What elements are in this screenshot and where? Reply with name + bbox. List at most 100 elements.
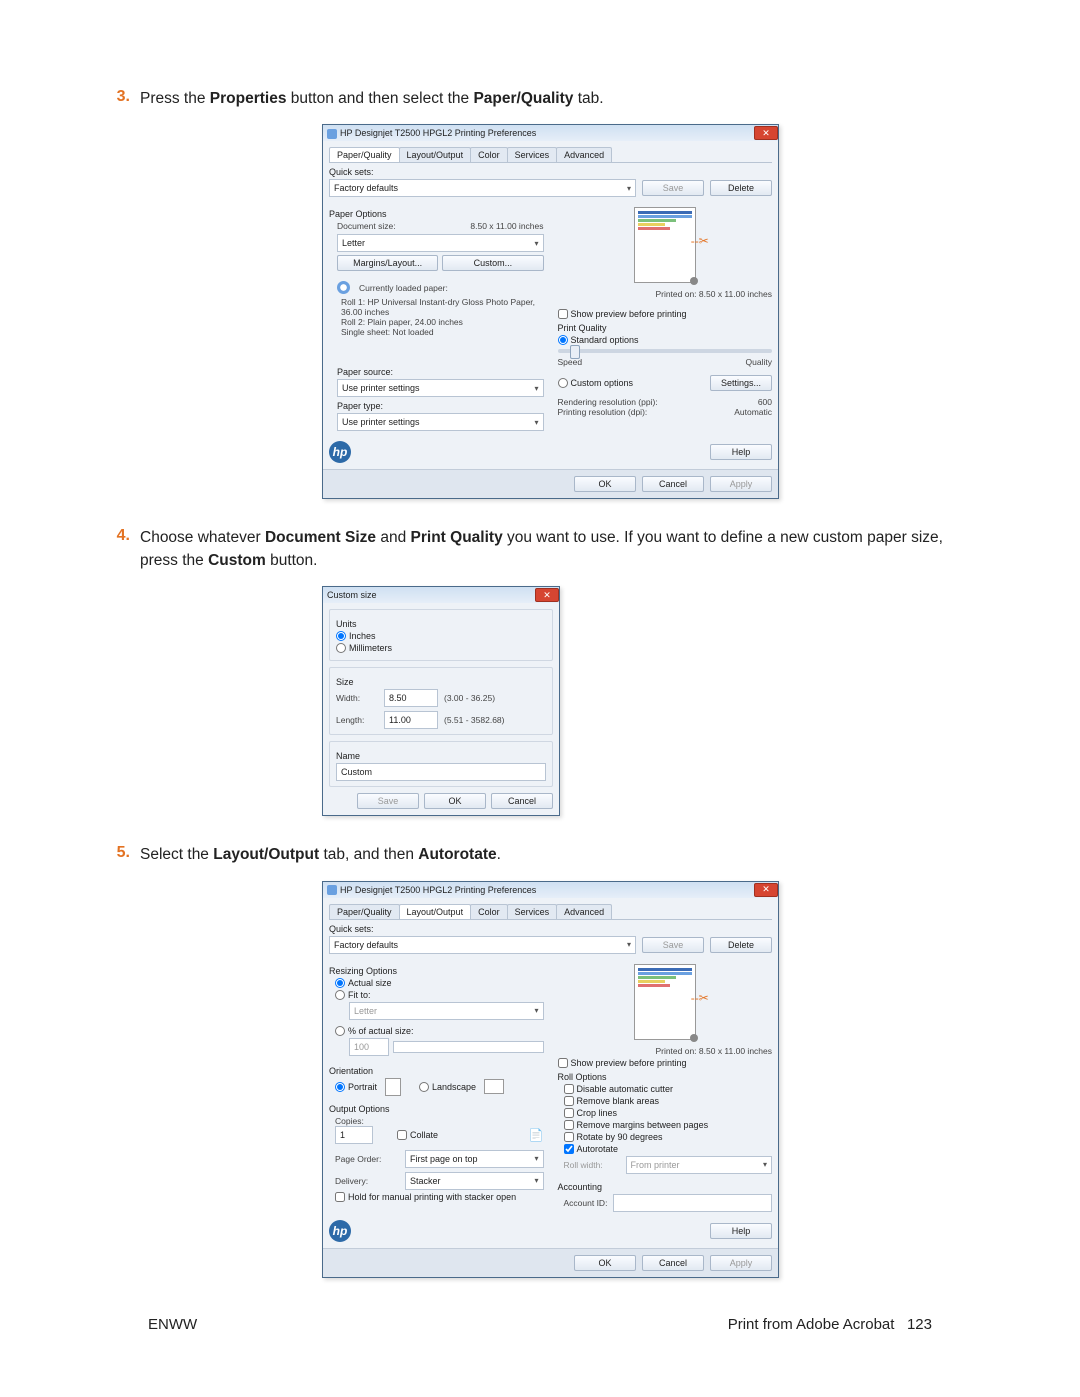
tab-services[interactable]: Services: [507, 904, 558, 919]
step-5: 5. Select the Layout/Output tab, and the…: [100, 844, 980, 866]
close-icon[interactable]: ✕: [535, 588, 559, 602]
close-icon[interactable]: ✕: [754, 883, 778, 897]
landscape-radio[interactable]: [419, 1082, 429, 1092]
tab-advanced[interactable]: Advanced: [556, 147, 612, 162]
remove-blank-checkbox[interactable]: [564, 1096, 574, 1106]
account-id-input[interactable]: [613, 1194, 772, 1212]
collate-checkbox[interactable]: [397, 1130, 407, 1140]
doc-size-select[interactable]: Letter: [337, 234, 544, 252]
cancel-button[interactable]: Cancel: [642, 476, 704, 492]
t: tab, and then: [319, 846, 418, 863]
quicksets-select[interactable]: Factory defaults: [329, 936, 636, 954]
screenshot-custom-size: Custom size ✕ Units Inches Millimeters S…: [322, 586, 980, 816]
quicksets-select[interactable]: Factory defaults: [329, 179, 636, 197]
tab-layout-output[interactable]: Layout/Output: [399, 904, 472, 919]
help-button[interactable]: Help: [710, 1223, 772, 1239]
titlebar: HP Designjet T2500 HPGL2 Printing Prefer…: [323, 125, 778, 141]
cancel-button[interactable]: Cancel: [642, 1255, 704, 1271]
sheet: Single sheet: Not loaded: [341, 327, 544, 337]
quality-slider[interactable]: [558, 349, 773, 353]
tab-color[interactable]: Color: [470, 904, 508, 919]
l: Millimeters: [349, 643, 392, 653]
length-input[interactable]: 11.00: [384, 711, 438, 729]
step-number: 3.: [100, 88, 140, 110]
disable-cutter-checkbox[interactable]: [564, 1084, 574, 1094]
apply-button[interactable]: Apply: [710, 1255, 772, 1271]
tab-services[interactable]: Services: [507, 147, 558, 162]
tab-advanced[interactable]: Advanced: [556, 904, 612, 919]
ok-button[interactable]: OK: [574, 476, 636, 492]
width-input[interactable]: 8.50: [384, 689, 438, 707]
v: 8.50: [389, 693, 407, 703]
l: Collate: [410, 1130, 438, 1140]
pct-input[interactable]: 100: [349, 1038, 389, 1056]
quicksets-label: Quick sets:: [329, 167, 772, 177]
tab-paper-quality[interactable]: Paper/Quality: [329, 147, 400, 162]
hp-logo-icon: hp: [329, 441, 351, 463]
delete-button[interactable]: Delete: [710, 937, 772, 953]
portrait-radio[interactable]: [335, 1082, 345, 1092]
margins-layout-button[interactable]: Margins/Layout...: [337, 255, 438, 271]
doc-size-val: 8.50 x 11.00 inches: [470, 221, 543, 231]
remove-margins-checkbox[interactable]: [564, 1120, 574, 1130]
t: and: [376, 529, 410, 546]
close-icon[interactable]: ✕: [754, 126, 778, 140]
window-title: HP Designjet T2500 HPGL2 Printing Prefer…: [340, 885, 536, 895]
b: Layout/Output: [213, 846, 319, 863]
step-text: Select the Layout/Output tab, and then A…: [140, 844, 980, 866]
fit-to-radio[interactable]: [335, 990, 345, 1000]
paper-source-select[interactable]: Use printer settings: [337, 379, 544, 397]
name-input[interactable]: Custom: [336, 763, 546, 781]
save-button[interactable]: Save: [642, 180, 704, 196]
pct-radio[interactable]: [335, 1026, 345, 1036]
print-res-label: Printing resolution (dpi):: [558, 407, 648, 417]
page-order-select[interactable]: First page on top: [405, 1150, 544, 1168]
standard-options-radio[interactable]: [558, 335, 568, 345]
delete-button[interactable]: Delete: [710, 180, 772, 196]
custom-options-radio[interactable]: [558, 378, 568, 388]
custom-button[interactable]: Custom...: [442, 255, 543, 271]
v: First page on top: [410, 1154, 478, 1164]
ok-button[interactable]: OK: [574, 1255, 636, 1271]
show-preview-checkbox[interactable]: [558, 309, 568, 319]
copies-input[interactable]: 1: [335, 1126, 373, 1144]
rotate90-checkbox[interactable]: [564, 1132, 574, 1142]
tab-color[interactable]: Color: [470, 147, 508, 162]
pct-slider[interactable]: [393, 1041, 544, 1053]
ok-button[interactable]: OK: [424, 793, 486, 809]
roll-options-label: Roll Options: [558, 1072, 773, 1082]
apply-button[interactable]: Apply: [710, 476, 772, 492]
v: Custom: [341, 767, 372, 777]
mm-radio[interactable]: [336, 643, 346, 653]
save-button[interactable]: Save: [357, 793, 419, 809]
doc-size-label: Document size:: [337, 221, 396, 231]
save-button[interactable]: Save: [642, 937, 704, 953]
autorotate-checkbox[interactable]: [564, 1144, 574, 1154]
inches-radio[interactable]: [336, 631, 346, 641]
hold-checkbox[interactable]: [335, 1192, 345, 1202]
l: Crop lines: [577, 1108, 618, 1118]
accounting-label: Accounting: [558, 1182, 773, 1192]
crop-lines-checkbox[interactable]: [564, 1108, 574, 1118]
roll-width-select[interactable]: From printer: [626, 1156, 773, 1174]
paper-type-select[interactable]: Use printer settings: [337, 413, 544, 431]
tab-paper-quality[interactable]: Paper/Quality: [329, 904, 400, 919]
speed-label: Speed: [558, 357, 583, 367]
cancel-button[interactable]: Cancel: [491, 793, 553, 809]
l: Autorotate: [577, 1144, 619, 1154]
delivery-label: Delivery:: [335, 1176, 399, 1186]
show-preview-checkbox[interactable]: [558, 1058, 568, 1068]
v: Factory defaults: [334, 940, 398, 950]
tab-layout-output[interactable]: Layout/Output: [399, 147, 472, 162]
actual-size-radio[interactable]: [335, 978, 345, 988]
settings-button[interactable]: Settings...: [710, 375, 772, 391]
fit-to-select[interactable]: Letter: [349, 1002, 544, 1020]
delivery-select[interactable]: Stacker: [405, 1172, 544, 1190]
footer-left: ENWW: [148, 1316, 197, 1333]
help-button[interactable]: Help: [710, 444, 772, 460]
page-number: 123: [907, 1316, 932, 1333]
window-title: Custom size: [327, 590, 377, 600]
l: Remove margins between pages: [577, 1120, 709, 1130]
b: Paper/Quality: [473, 90, 573, 107]
roll-width-label: Roll width:: [564, 1160, 620, 1170]
